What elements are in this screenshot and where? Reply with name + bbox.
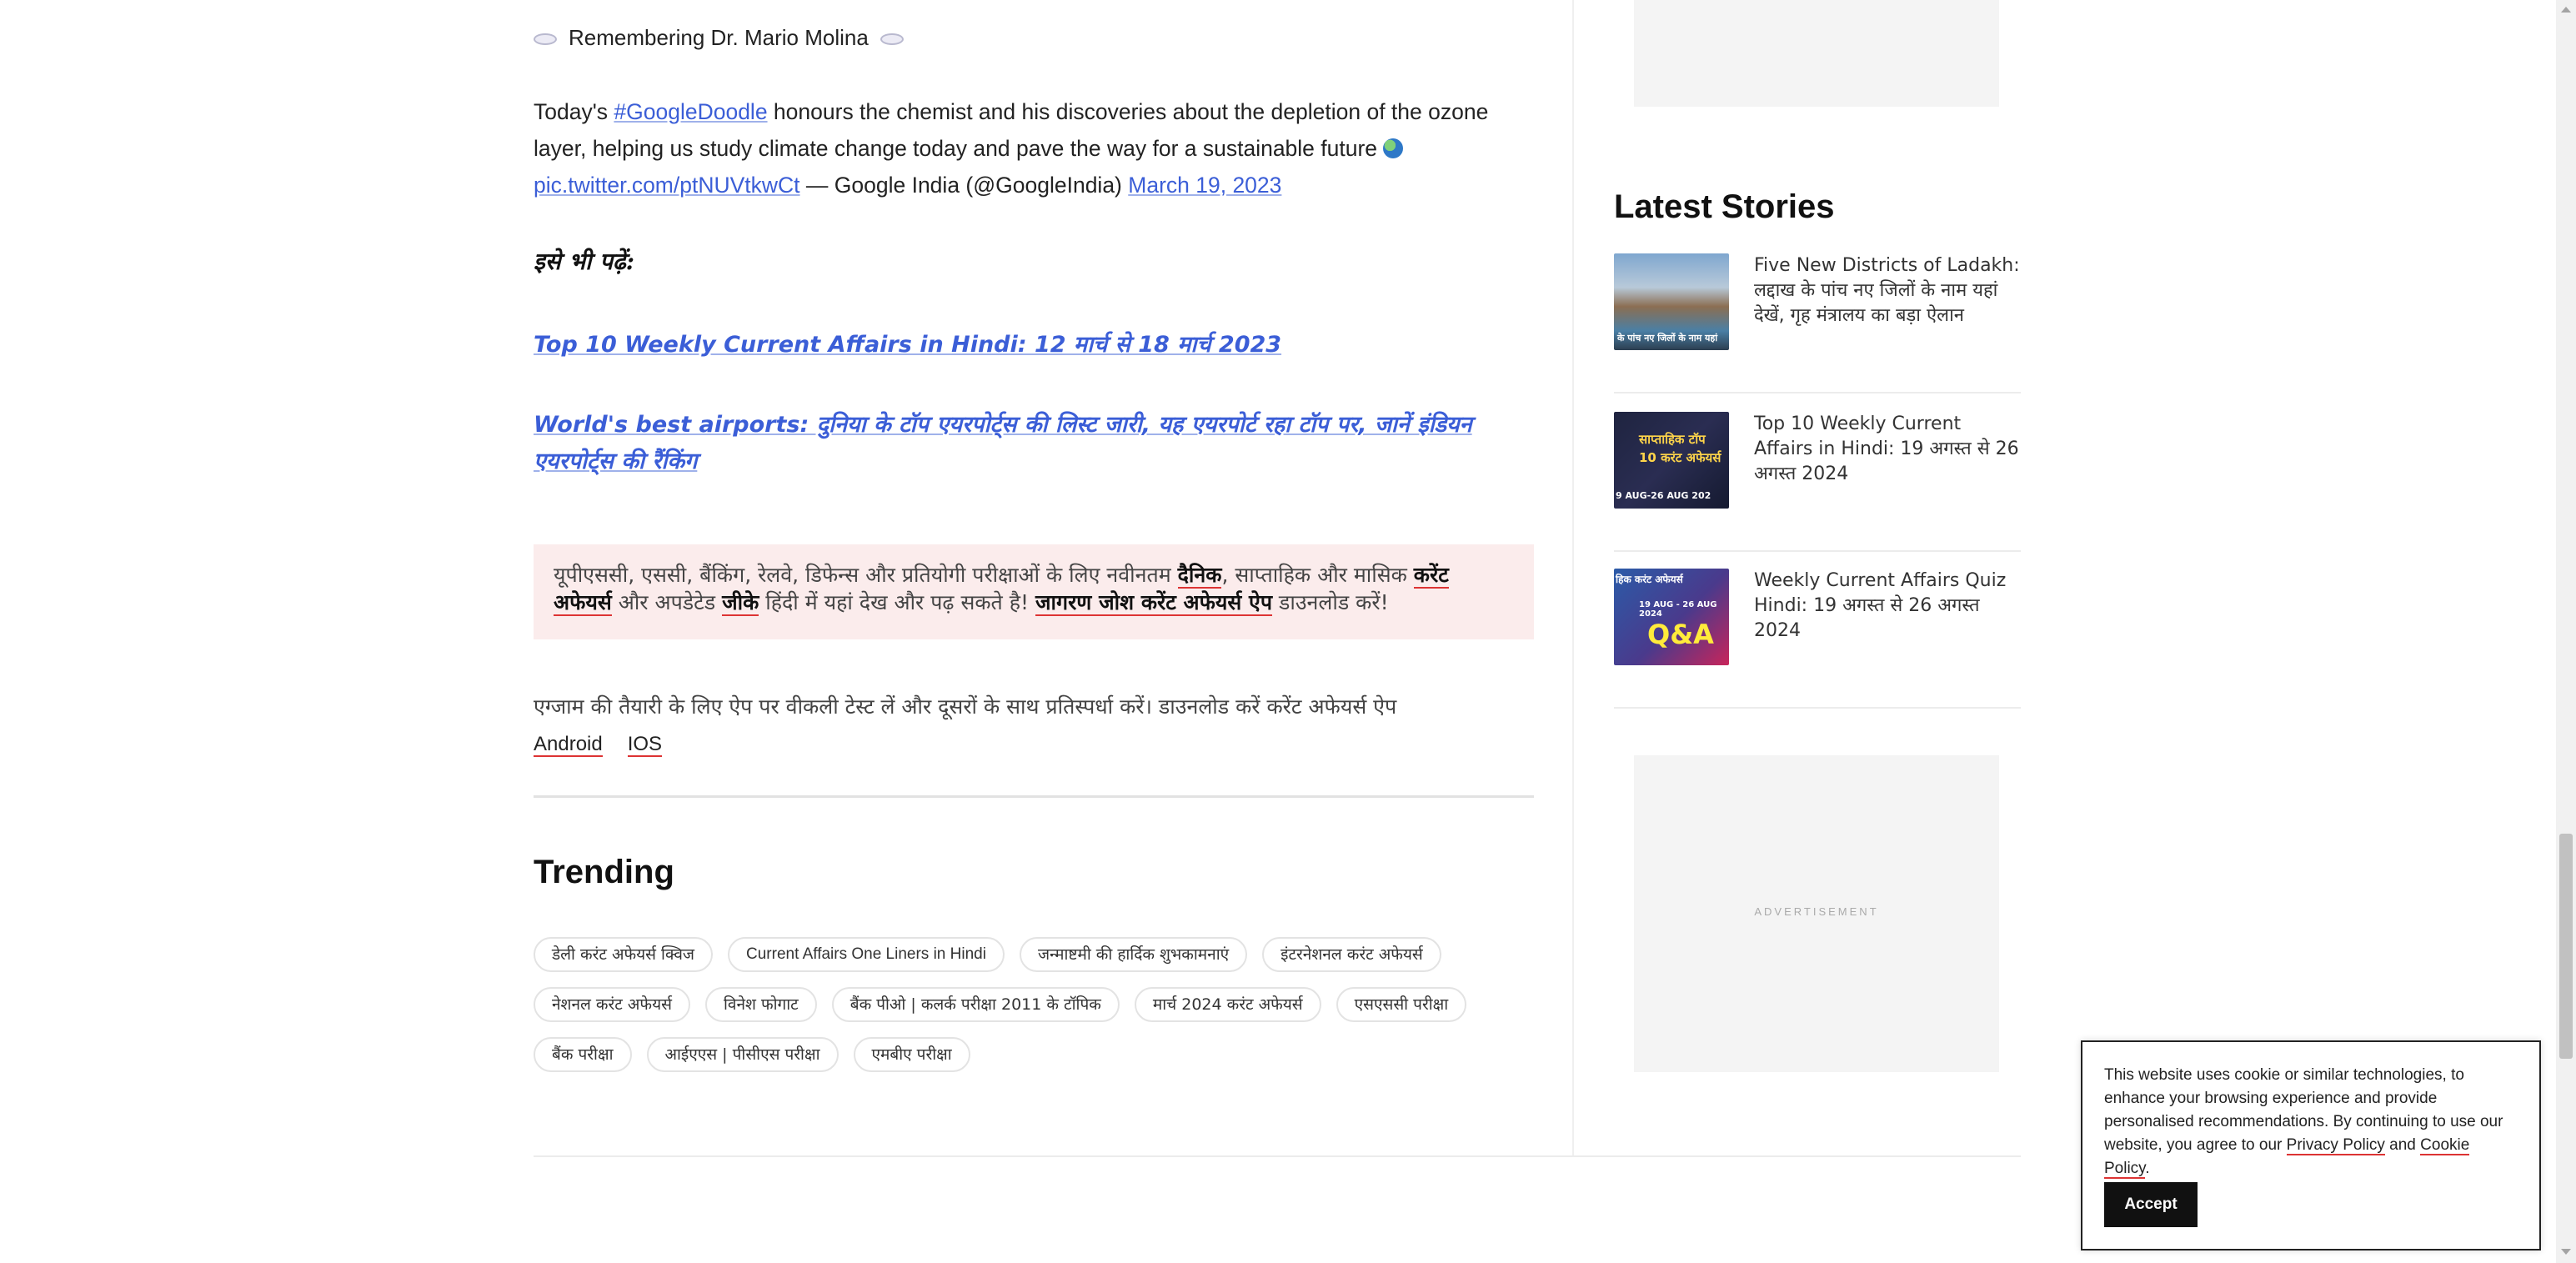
cloud-icon [534,33,557,46]
story-item[interactable]: हिक करंट अफेयर्स 19 AUG - 26 AUG 2024 Q&… [1614,569,2021,709]
latest-stories-title: Latest Stories [1614,188,1835,225]
bottom-divider [534,1155,2021,1157]
sidebar-divider [1572,0,1574,1157]
hashtag-link[interactable]: #GoogleDoodle [614,99,767,124]
scroll-down-arrow-icon[interactable] [2561,1249,2571,1255]
scroll-up-arrow-icon[interactable] [2561,7,2571,13]
story-title[interactable]: Top 10 Weekly Current Affairs in Hindi: … [1754,412,2021,487]
trending-tag[interactable]: आईएएस | पीसीएस परीक्षा [646,1037,839,1072]
ad-slot: ADVERTISEMENT [1634,755,1999,1072]
scrollbar-thumb[interactable] [2559,834,2573,1059]
trending-tag[interactable]: नेशनल करंट अफेयर्स [534,987,690,1022]
cookie-banner: This website uses cookie or similar tech… [2081,1040,2541,1250]
tweet-heading: Remembering Dr. Mario Molina [534,23,904,52]
promo-link-daily[interactable]: दैनिक [1177,563,1222,589]
story-thumbnail[interactable]: के पांच नए जिलों के नाम यहां [1614,253,1729,350]
promo-link-gk[interactable]: जीके [722,590,759,616]
trending-tag[interactable]: मार्च 2024 करंट अफेयर्स [1134,987,1321,1022]
divider [534,795,1534,798]
privacy-policy-link[interactable]: Privacy Policy [2286,1136,2385,1155]
accept-cookies-button[interactable]: Accept [2104,1182,2198,1227]
tweet-pic-link[interactable]: pic.twitter.com/ptNUVtkwCt [534,173,800,198]
ios-link[interactable]: IOS [627,733,663,757]
story-title[interactable]: Five New Districts of Ladakh: लद्दाख के … [1754,253,2021,328]
tweet-date-link[interactable]: March 19, 2023 [1128,173,1281,198]
cookie-text: This website uses cookie or similar tech… [2104,1066,2503,1179]
promo-link-app[interactable]: जागरण जोश करेंट अफेयर्स ऐप [1035,590,1273,616]
scrollbar[interactable] [2556,0,2576,1263]
trending-tag[interactable]: जन्माष्टमी की हार्दिक शुभकामनाएं [1019,937,1248,972]
trending-tag[interactable]: बैंक पीओ | कलर्क परीक्षा 2011 के टॉपिक [831,987,1120,1022]
story-thumbnail[interactable]: साप्ताहिक टॉप 10 करंट अफेयर्स 9 AUG-26 A… [1614,412,1729,509]
promo-box: यूपीएससी, एससी, बैंकिंग, रेलवे, डिफेन्स … [534,544,1534,639]
trending-tag[interactable]: इंटरनेशनल करंट अफेयर्स [1262,937,1441,972]
story-item[interactable]: साप्ताहिक टॉप 10 करंट अफेयर्स 9 AUG-26 A… [1614,412,2021,552]
story-item[interactable]: के पांच नए जिलों के नाम यहां Five New Di… [1614,253,2021,393]
trending-tag[interactable]: एसएससी परीक्षा [1336,987,1467,1022]
cloud-icon [880,33,904,46]
trending-tag[interactable]: डेली करंट अफेयर्स क्विज [534,937,713,972]
ad-slot-top [1634,0,1999,107]
related-link-weekly[interactable]: Top 10 Weekly Current Affairs in Hindi: … [534,327,1501,363]
trending-tag[interactable]: एमबीए परीक्षा [853,1037,970,1072]
trending-title: Trending [534,854,674,890]
trending-tag[interactable]: Current Affairs One Liners in Hindi [728,937,1005,972]
related-link-airports[interactable]: World's best airports: दुनिया के टॉप एयर… [534,407,1501,480]
android-link[interactable]: Android [534,733,603,757]
trending-tag[interactable]: बैंक परीक्षा [534,1037,632,1072]
trending-tags: डेली करंट अफेयर्स क्विज Current Affairs … [534,937,1534,1087]
trending-tag[interactable]: विनेश फोगाट [704,987,817,1022]
story-thumbnail[interactable]: हिक करंट अफेयर्स 19 AUG - 26 AUG 2024 Q&… [1614,569,1729,665]
advertisement-label: ADVERTISEMENT [1754,905,1879,918]
globe-icon [1383,138,1404,158]
tweet-body: Today's #GoogleDoodle honours the chemis… [534,99,1489,198]
app-download-line: एग्जाम की तैयारी के लिए ऐप पर वीकली टेस्… [534,694,1397,757]
story-title[interactable]: Weekly Current Affairs Quiz Hindi: 19 अग… [1754,569,2021,644]
read-also-label: इसे भी पढ़ें: [534,248,635,275]
